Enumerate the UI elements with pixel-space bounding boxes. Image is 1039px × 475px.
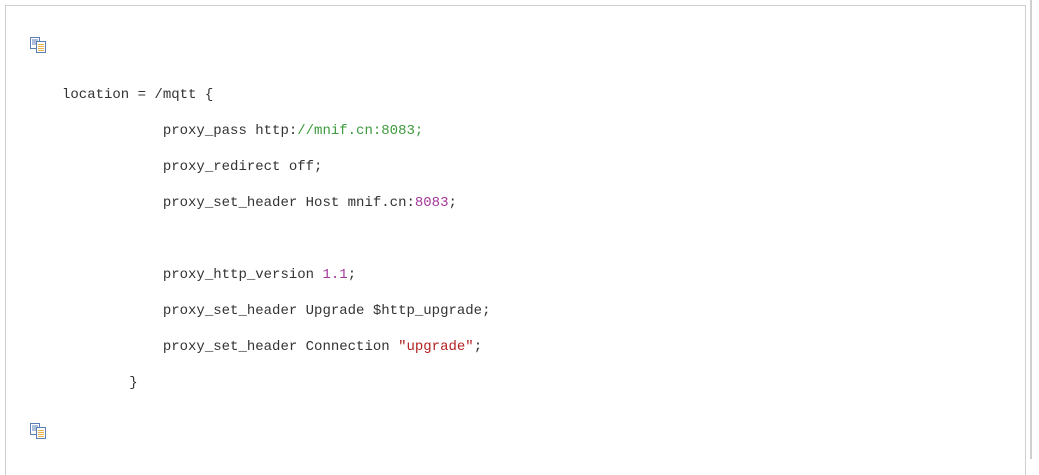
copy-code-button-bottom[interactable] [30, 423, 46, 439]
code-line: location = /mqtt { [62, 85, 213, 105]
code-token: proxy_set_header Host mnif.cn: [162, 195, 415, 211]
code-line: proxy_set_header Connection "upgrade"; [62, 337, 482, 357]
code-token: proxy_http_version [162, 267, 323, 283]
right-scroll-edge [1030, 0, 1032, 459]
code-line: proxy_pass http://mnif.cn:8083; [62, 121, 423, 141]
code-token: ; [448, 195, 457, 211]
code-token: } [129, 375, 138, 391]
code-line: proxy_http_version 1.1; [62, 265, 356, 285]
code-token: location = /mqtt { [62, 87, 214, 103]
code-token: proxy_set_header Upgrade $http_upgrade; [162, 303, 491, 319]
code-frame: location = /mqtt { proxy_pass http://mni… [5, 5, 1026, 475]
code-token: 1.1 [322, 267, 348, 283]
code-token: "upgrade" [398, 339, 474, 355]
code-token: proxy_redirect off; [162, 159, 323, 175]
copy-icon [30, 37, 46, 53]
code-token: proxy_set_header Connection [162, 339, 399, 355]
code-token: 8083 [414, 195, 449, 211]
code-token: //mnif.cn:8083; [297, 123, 424, 139]
code-token: proxy_pass http: [162, 123, 298, 139]
code-line: proxy_redirect off; [62, 157, 323, 177]
copy-code-button-top[interactable] [30, 37, 46, 53]
code-line: proxy_set_header Upgrade $http_upgrade; [62, 301, 491, 321]
copy-icon [30, 423, 46, 439]
code-token: ; [347, 267, 357, 283]
code-line: } [62, 373, 138, 393]
code-line: proxy_set_header Host mnif.cn:8083; [62, 193, 457, 213]
code-token: ; [473, 339, 483, 355]
